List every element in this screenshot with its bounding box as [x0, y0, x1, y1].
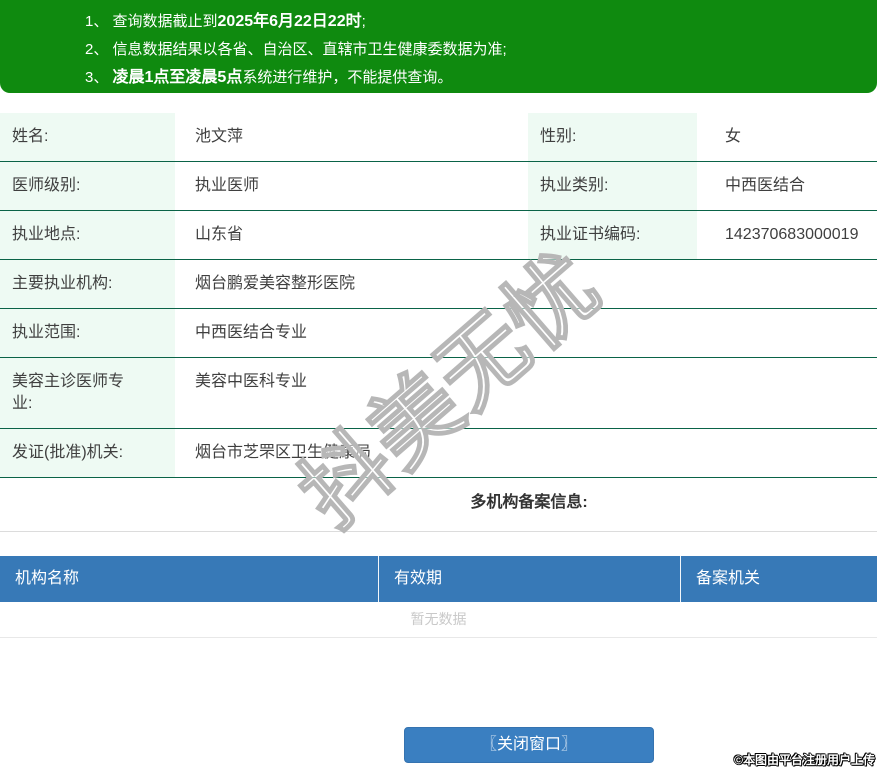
info-value: 中西医结合 [697, 162, 877, 210]
notice-line-3: 3、 凌晨1点至凌晨5点系统进行维护，不能提供查询。 [85, 64, 867, 92]
info-value: 山东省 [175, 211, 528, 259]
info-value: 美容中医科专业 [175, 358, 877, 428]
info-value: 女 [697, 113, 877, 161]
registry-col-header: 机构名称 [0, 556, 378, 602]
info-value: 执业医师 [175, 162, 528, 210]
info-value: 142370683000019 [697, 211, 877, 259]
empty-data-text: 暂无数据 [411, 611, 467, 627]
info-label: 发证(批准)机关: [0, 429, 175, 477]
info-label: 执业类别: [528, 162, 697, 210]
registry-table: 机构名称有效期备案机关 暂无数据 [0, 556, 877, 638]
info-label: 执业范围: [0, 309, 175, 357]
notice-line-2: 2、 信息数据结果以各省、自治区、直辖市卫生健康委数据为准; [85, 36, 867, 64]
info-row: 发证(批准)机关:烟台市芝罘区卫生健康局 [0, 429, 877, 478]
notice-line-1: 1、 查询数据截止到2025年6月22日22时; [85, 8, 867, 36]
info-row: 主要执业机构:烟台鹏爱美容整形医院 [0, 260, 877, 309]
uploader-copyright-text: ©本图由平台注册用户上传 [734, 751, 875, 768]
info-label: 美容主诊医师专业: [0, 358, 175, 428]
notice-banner: 1、 查询数据截止到2025年6月22日22时;2、 信息数据结果以各省、自治区… [0, 0, 877, 93]
info-value: 烟台鹏爱美容整形医院 [175, 260, 877, 308]
registry-table-header: 机构名称有效期备案机关 [0, 556, 877, 602]
section-divider [0, 531, 877, 532]
info-label: 性别: [528, 113, 697, 161]
info-row: 姓名:池文萍性别:女 [0, 113, 877, 162]
info-row: 执业范围:中西医结合专业 [0, 309, 877, 358]
info-label: 执业地点: [0, 211, 175, 259]
info-label: 医师级别: [0, 162, 175, 210]
info-value: 烟台市芝罘区卫生健康局 [175, 429, 877, 477]
multi-institution-section-title: 多机构备案信息: [181, 492, 877, 514]
close-window-button[interactable]: 〖关闭窗口〗 [404, 727, 654, 763]
registry-col-header: 有效期 [378, 556, 680, 602]
info-label: 主要执业机构: [0, 260, 175, 308]
registry-col-header: 备案机关 [680, 556, 877, 602]
info-value: 中西医结合专业 [175, 309, 877, 357]
info-label: 姓名: [0, 113, 175, 161]
info-row: 执业地点:山东省执业证书编码:142370683000019 [0, 211, 877, 260]
registry-empty-row: 暂无数据 [0, 602, 877, 638]
info-row: 医师级别:执业医师执业类别:中西医结合 [0, 162, 877, 211]
info-row: 美容主诊医师专业:美容中医科专业 [0, 358, 877, 429]
info-value: 池文萍 [175, 113, 528, 161]
practitioner-info-table: 姓名:池文萍性别:女医师级别:执业医师执业类别:中西医结合执业地点:山东省执业证… [0, 113, 877, 478]
info-label: 执业证书编码: [528, 211, 697, 259]
